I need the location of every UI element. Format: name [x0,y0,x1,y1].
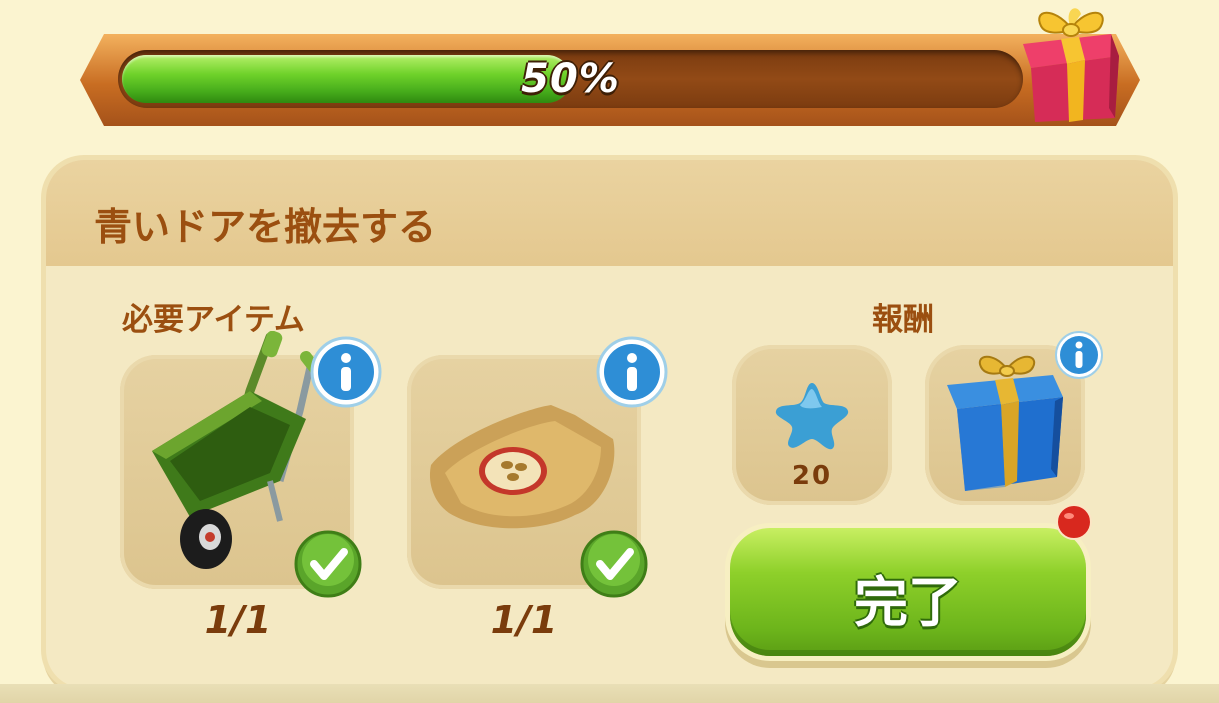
item-count-seed-bag: 1/1 [490,598,558,642]
progress-bar: 50% [118,50,1023,108]
item-count-wheelbarrow: 1/1 [204,598,272,642]
seed-bag-icon [429,405,615,529]
complete-button[interactable]: 完了 [730,528,1086,656]
bottom-strip [0,684,1219,703]
complete-button-label: 完了 [854,571,962,634]
check-icon-seed-bag [580,530,648,598]
info-icon-seed-bag[interactable] [596,336,668,408]
quest-title: 青いドアを撤去する [94,205,437,249]
info-icon-gift[interactable] [1054,330,1104,380]
notification-dot-icon [1056,504,1092,540]
rewards-label: 報酬 [872,302,934,338]
check-icon-wheelbarrow [294,530,362,598]
reward-slot-star: 20 [732,345,892,505]
progress-gift-icon[interactable] [1015,0,1127,124]
reward-star-amount: 20 [791,461,833,491]
info-icon-wheelbarrow[interactable] [310,336,382,408]
progress-label: 50% [521,56,620,102]
quest-header: 青いドアを撤去する [46,160,1173,266]
blue-star-icon [775,383,849,450]
